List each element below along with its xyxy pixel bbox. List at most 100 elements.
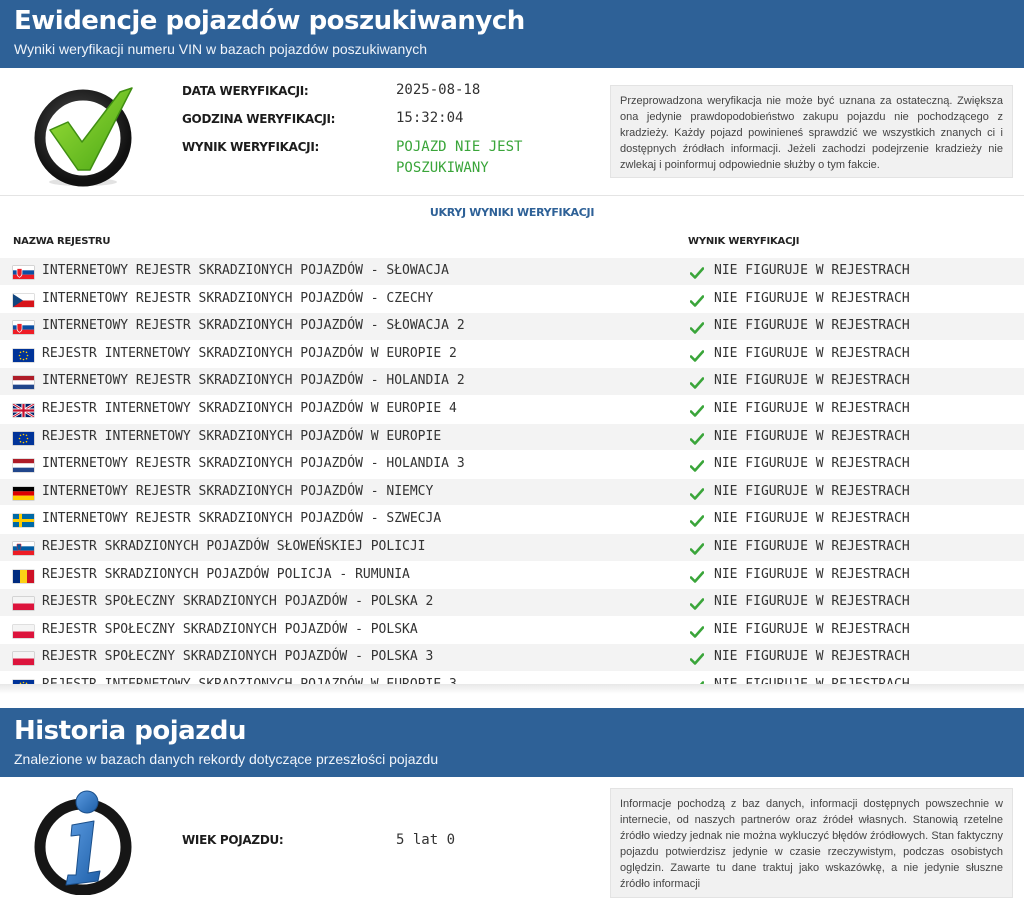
flag-si-icon (13, 541, 34, 555)
registry-name: REJESTR SPOŁECZNY SKRADZIONYCH POJAZDÓW … (42, 621, 418, 637)
registry-name: INTERNETOWY REJESTR SKRADZIONYCH POJAZDÓ… (42, 511, 442, 527)
registry-result: NIE FIGURUJE W REJESTRACH (714, 511, 910, 527)
registry-table-body: INTERNETOWY REJESTR SKRADZIONYCH POJAZDÓ… (0, 258, 1024, 700)
flag-pl-icon (13, 652, 34, 666)
registry-result: NIE FIGURUJE W REJESTRACH (714, 483, 910, 499)
registry-name: INTERNETOWY REJESTR SKRADZIONYCH POJAZDÓ… (42, 290, 434, 306)
flag-de-icon (13, 486, 34, 500)
date-label: DATA WERYFIKACJI: (182, 84, 309, 98)
flag-pl-icon (13, 624, 34, 638)
evidence-subtitle: Wyniki weryfikacji numeru VIN w bazach p… (14, 41, 428, 57)
table-row: INTERNETOWY REJESTR SKRADZIONYCH POJAZDÓ… (0, 368, 1024, 396)
info-icon (28, 785, 138, 896)
flag-gb-icon (12, 402, 35, 419)
check-icon (689, 321, 705, 334)
flag-se-icon (13, 514, 34, 528)
column-header-registry: NAZWA REJESTRU (13, 236, 111, 247)
check-icon (689, 432, 705, 445)
flag-eu-icon (13, 431, 34, 445)
check-icon (689, 597, 705, 610)
table-row: REJESTR INTERNETOWY SKRADZIONYCH POJAZDÓ… (0, 340, 1024, 369)
table-row: INTERNETOWY REJESTR SKRADZIONYCH POJAZDÓ… (0, 506, 1024, 534)
check-icon (689, 542, 705, 555)
check-icon (689, 652, 705, 666)
result-label: WYNIK WERYFIKACJI: (182, 140, 320, 154)
registry-result: NIE FIGURUJE W REJESTRACH (714, 538, 910, 554)
table-row: REJESTR INTERNETOWY SKRADZIONYCH POJAZDÓ… (0, 395, 1024, 424)
registry-result: NIE FIGURUJE W REJESTRACH (714, 649, 910, 665)
flag-ro-icon (13, 569, 34, 583)
check-icon (689, 294, 705, 307)
vehicle-age-label: WIEK POJAZDU: (182, 833, 284, 847)
registry-name: REJESTR SKRADZIONYCH POJAZDÓW POLICJA - … (42, 566, 410, 582)
table-row: INTERNETOWY REJESTR SKRADZIONYCH POJAZDÓ… (0, 451, 1024, 479)
time-value: 15:32:04 (396, 110, 464, 126)
check-icon (689, 459, 705, 472)
registry-name: REJESTR SPOŁECZNY SKRADZIONYCH POJAZDÓW … (42, 649, 434, 665)
registry-name: REJESTR INTERNETOWY SKRADZIONYCH POJAZDÓ… (42, 400, 457, 416)
registry-name: INTERNETOWY REJESTR SKRADZIONYCH POJAZDÓ… (42, 483, 434, 499)
history-title: Historia pojazdu (14, 716, 246, 746)
result-value-line2: POSZUKIWANY (396, 160, 489, 176)
check-icon (689, 266, 705, 279)
registry-name: REJESTR INTERNETOWY SKRADZIONYCH POJAZDÓ… (42, 428, 442, 444)
check-icon (689, 625, 705, 638)
verified-checkmark-icon (28, 78, 138, 188)
registry-name: REJESTR SPOŁECZNY SKRADZIONYCH POJAZDÓW … (42, 594, 434, 610)
registry-name: INTERNETOWY REJESTR SKRADZIONYCH POJAZDÓ… (42, 373, 465, 389)
registry-result: NIE FIGURUJE W REJESTRACH (714, 456, 910, 472)
registry-result: NIE FIGURUJE W REJESTRACH (714, 373, 910, 389)
registry-name: INTERNETOWY REJESTR SKRADZIONYCH POJAZDÓ… (42, 318, 465, 334)
registry-result: NIE FIGURUJE W REJESTRACH (714, 290, 910, 306)
registry-name: REJESTR INTERNETOWY SKRADZIONYCH POJAZDÓ… (42, 345, 457, 361)
evidence-section-header: Ewidencje pojazdów poszukiwanych Wyniki … (0, 0, 1024, 68)
table-row: REJESTR INTERNETOWY SKRADZIONYCH POJAZDÓ… (0, 423, 1024, 452)
flag-sk-icon (13, 321, 34, 335)
check-icon (689, 514, 705, 528)
flag-nl-icon (13, 459, 34, 473)
history-subtitle: Znalezione w bazach danych rekordy dotyc… (14, 751, 439, 767)
check-icon (689, 404, 705, 417)
vehicle-age-value: 5 lat 0 (396, 832, 456, 848)
history-disclaimer-note: Informacje pochodzą z baz danych, inform… (610, 788, 1013, 898)
check-icon (689, 487, 705, 500)
time-label: GODZINA WERYFIKACJI: (182, 112, 336, 126)
result-value-line1: POJAZD NIE JEST (396, 139, 523, 155)
registry-result: NIE FIGURUJE W REJESTRACH (714, 594, 910, 610)
table-row: INTERNETOWY REJESTR SKRADZIONYCH POJAZDÓ… (0, 285, 1024, 314)
registry-table-header: NAZWA REJESTRU WYNIK WERYFIKACJI (0, 230, 1024, 258)
flag-sk-icon (13, 266, 34, 279)
table-row: REJESTR SPOŁECZNY SKRADZIONYCH POJAZDÓW … (0, 589, 1024, 617)
registry-result: NIE FIGURUJE W REJESTRACH (714, 400, 910, 416)
registry-result: NIE FIGURUJE W REJESTRACH (714, 263, 910, 278)
flag-nl-icon (13, 376, 34, 390)
table-row: REJESTR SPOŁECZNY SKRADZIONYCH POJAZDÓW … (0, 644, 1024, 672)
result-value: POJAZD NIE JEST POSZUKIWANY (396, 137, 522, 179)
table-row: INTERNETOWY REJESTR SKRADZIONYCH POJAZDÓ… (0, 258, 1024, 286)
table-row: REJESTR SKRADZIONYCH POJAZDÓW SŁOWEŃSKIE… (0, 533, 1024, 562)
hide-results-link[interactable]: UKRYJ WYNIKI WERYFIKACJI (430, 206, 595, 219)
date-value: 2025-08-18 (396, 82, 481, 98)
history-section-header: Historia pojazdu Znalezione w bazach dan… (0, 708, 1024, 777)
registry-name: INTERNETOWY REJESTR SKRADZIONYCH POJAZDÓ… (42, 456, 465, 472)
check-icon (689, 570, 705, 583)
flag-cz-icon (13, 293, 34, 307)
table-bottom-shadow (0, 684, 1024, 694)
registry-result: NIE FIGURUJE W REJESTRACH (714, 428, 910, 444)
flag-pl-icon (13, 597, 34, 611)
registry-name: INTERNETOWY REJESTR SKRADZIONYCH POJAZDÓ… (42, 263, 449, 278)
flag-eu-icon (13, 348, 34, 362)
registry-result: NIE FIGURUJE W REJESTRACH (714, 318, 910, 334)
check-icon (689, 349, 705, 362)
column-header-result: WYNIK WERYFIKACJI (688, 236, 800, 247)
registry-result: NIE FIGURUJE W REJESTRACH (714, 566, 910, 582)
table-row: REJESTR SKRADZIONYCH POJAZDÓW POLICJA - … (0, 561, 1024, 590)
registry-name: REJESTR SKRADZIONYCH POJAZDÓW SŁOWEŃSKIE… (42, 538, 426, 554)
table-row: INTERNETOWY REJESTR SKRADZIONYCH POJAZDÓ… (0, 313, 1024, 341)
check-icon (689, 376, 705, 390)
history-summary: WIEK POJAZDU: 5 lat 0 Informacje pochodz… (0, 777, 1024, 898)
verification-disclaimer-note: Przeprowadzona weryfikacja nie może być … (610, 85, 1013, 178)
evidence-title: Ewidencje pojazdów poszukiwanych (14, 6, 525, 36)
table-row: INTERNETOWY REJESTR SKRADZIONYCH POJAZDÓ… (0, 478, 1024, 507)
registry-result: NIE FIGURUJE W REJESTRACH (714, 345, 910, 361)
